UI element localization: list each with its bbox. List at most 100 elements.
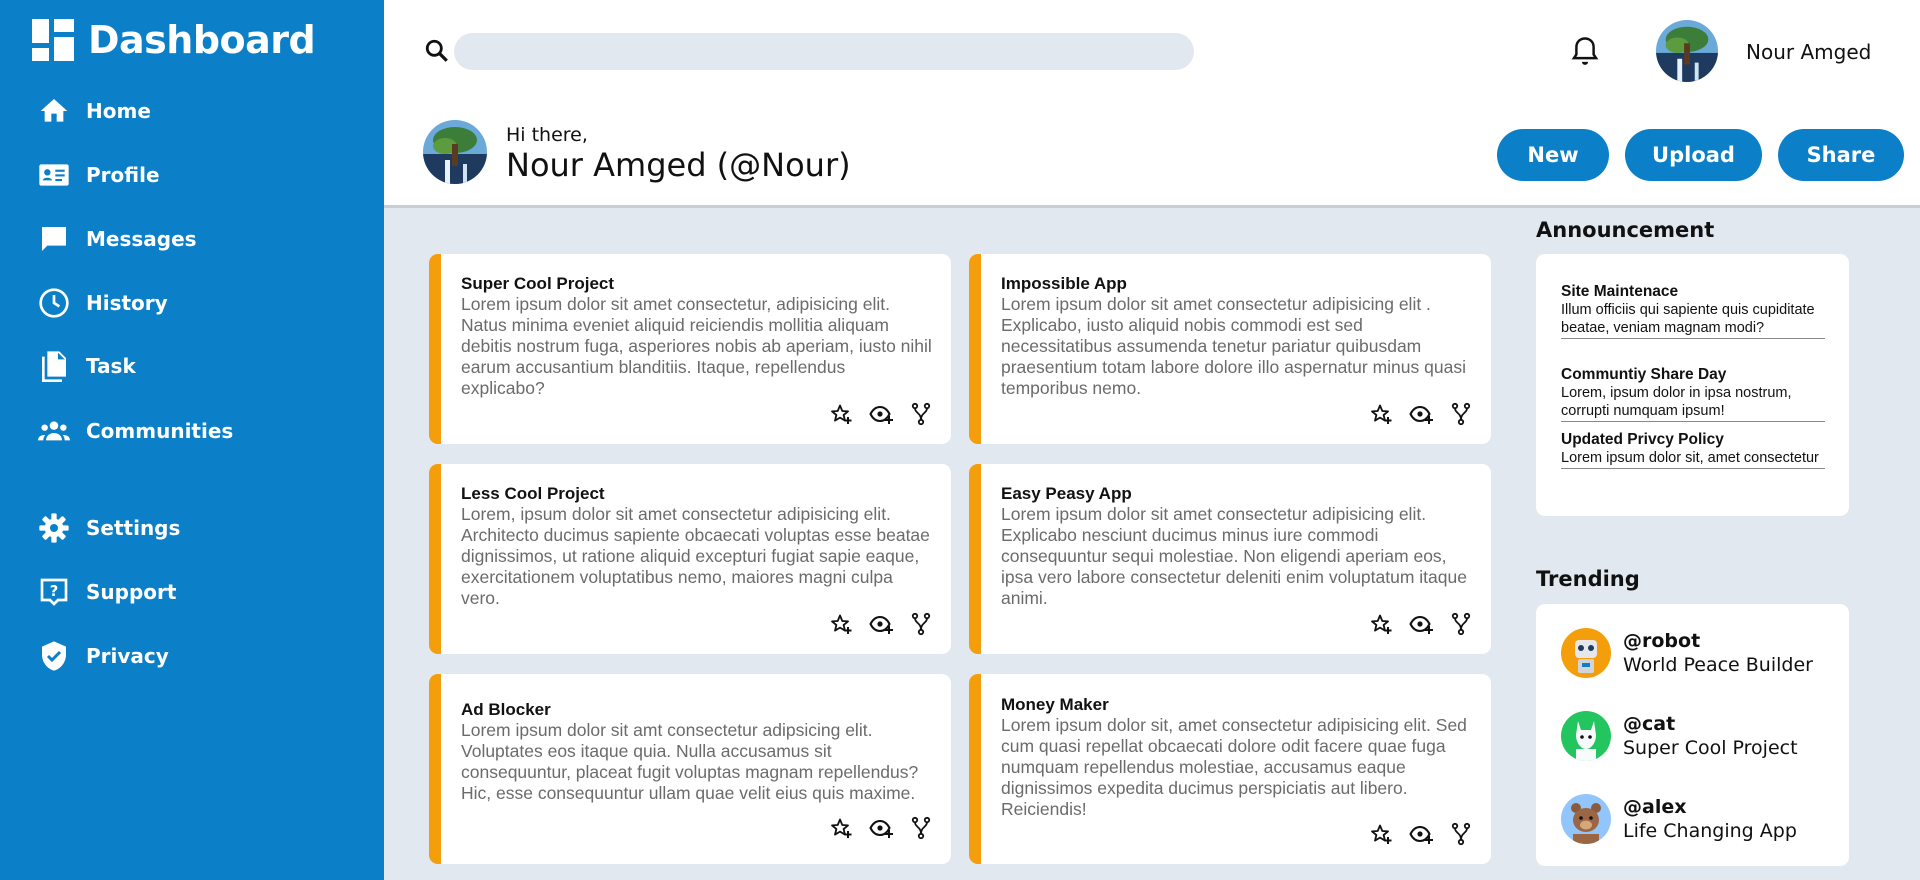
- sidebar-item-label: Profile: [86, 163, 160, 187]
- top-bar: Nour Amged: [384, 0, 1920, 104]
- project-card[interactable]: Easy Peasy App Lorem ipsum dolor sit ame…: [969, 464, 1491, 654]
- sidebar-item-task[interactable]: Task: [38, 346, 136, 386]
- document-icon: [42, 351, 66, 382]
- announcement-item[interactable]: Site Maintenace Illum officiis qui sapie…: [1561, 283, 1825, 339]
- project-card[interactable]: Impossible App Lorem ipsum dolor sit ame…: [969, 254, 1491, 444]
- avatar-image: [423, 120, 487, 184]
- user-name[interactable]: Nour Amged: [1746, 40, 1871, 64]
- watch-icon[interactable]: [1409, 402, 1433, 426]
- search-input[interactable]: [454, 33, 1194, 70]
- trending-item[interactable]: @alex Life Changing App: [1561, 794, 1797, 844]
- sidebar-item-communities[interactable]: Communities: [38, 411, 233, 451]
- sidebar-item-profile[interactable]: Profile: [38, 155, 160, 195]
- sidebar-item-privacy[interactable]: Privacy: [38, 636, 169, 676]
- card-actions: [829, 816, 933, 840]
- announcement-item-title: Site Maintenace: [1561, 283, 1679, 300]
- sidebar-item-label: Settings: [86, 516, 181, 540]
- watch-icon[interactable]: [1409, 612, 1433, 636]
- home-icon: [40, 99, 68, 122]
- announcement-item[interactable]: Updated Privcy Policy Lorem ipsum dolor …: [1561, 431, 1825, 469]
- greeting-bar: Hi there, Nour Amged (@Nour) New Upload …: [384, 104, 1920, 208]
- project-title: Less Cool Project: [461, 484, 605, 503]
- fork-icon[interactable]: [1449, 612, 1473, 636]
- sidebar-item-support[interactable]: ? Support: [38, 572, 176, 612]
- trending-item[interactable]: @robot World Peace Builder: [1561, 628, 1813, 678]
- sidebar-item-messages[interactable]: Messages: [38, 219, 197, 259]
- sidebar-item-home[interactable]: Home: [38, 91, 151, 131]
- avatar[interactable]: [423, 120, 487, 184]
- project-description: Lorem, ipsum dolor sit amet consectetur …: [461, 504, 930, 608]
- sidebar-item-label: Privacy: [86, 644, 169, 668]
- fork-icon[interactable]: [909, 612, 933, 636]
- project-title: Ad Blocker: [461, 700, 551, 719]
- project-title: Impossible App: [1001, 274, 1127, 293]
- star-add-icon[interactable]: [829, 612, 853, 636]
- announcement-item-body: Lorem ipsum dolor sit, amet consectetur: [1561, 450, 1819, 466]
- sidebar-item-label: Home: [86, 99, 151, 123]
- trending-handle: @alex: [1623, 796, 1687, 818]
- trending-panel: @robot World Peace Builder @cat Super Co…: [1536, 604, 1849, 866]
- trending-handle: @cat: [1623, 713, 1676, 735]
- trending-project: World Peace Builder: [1623, 654, 1813, 676]
- search-icon[interactable]: [424, 38, 450, 64]
- star-add-icon[interactable]: [1369, 402, 1393, 426]
- brand[interactable]: Dashboard: [0, 0, 384, 80]
- star-add-icon[interactable]: [829, 816, 853, 840]
- star-add-icon[interactable]: [829, 402, 853, 426]
- fork-icon[interactable]: [1449, 402, 1473, 426]
- project-description: Lorem ipsum dolor sit, amet consectetur …: [1001, 715, 1467, 819]
- watch-icon[interactable]: [869, 816, 893, 840]
- dashboard-icon: [32, 19, 74, 61]
- watch-icon[interactable]: [869, 612, 893, 636]
- project-title: Easy Peasy App: [1001, 484, 1132, 503]
- user-full-name: Nour Amged (@Nour): [506, 146, 851, 184]
- clock-icon: [39, 288, 69, 318]
- avatar-image: [1656, 20, 1718, 82]
- card-actions: [1369, 402, 1473, 426]
- trending-project: Super Cool Project: [1623, 737, 1798, 759]
- card-actions: [1369, 612, 1473, 636]
- announcement-item[interactable]: Communtiy Share Day Lorem, ipsum dolor i…: [1561, 366, 1825, 422]
- fork-icon[interactable]: [909, 816, 933, 840]
- sidebar: Dashboard Home Profile Messages History …: [0, 0, 384, 880]
- avatar[interactable]: [1656, 20, 1718, 82]
- trending-project: Life Changing App: [1623, 820, 1797, 842]
- app-title: Dashboard: [88, 18, 316, 62]
- sidebar-item-history[interactable]: History: [38, 283, 168, 323]
- star-add-icon[interactable]: [1369, 822, 1393, 846]
- watch-icon[interactable]: [869, 402, 893, 426]
- announcement-panel: Site Maintenace Illum officiis qui sapie…: [1536, 254, 1849, 516]
- sidebar-item-settings[interactable]: Settings: [38, 508, 180, 548]
- project-title: Super Cool Project: [461, 274, 615, 293]
- announcement-item-body: Illum officiis qui sapiente quis cupidit…: [1561, 302, 1815, 336]
- card-actions: [829, 402, 933, 426]
- project-card[interactable]: Less Cool Project Lorem, ipsum dolor sit…: [429, 464, 951, 654]
- svg-text:?: ?: [50, 583, 59, 600]
- robot-avatar: [1561, 628, 1611, 678]
- project-card[interactable]: Super Cool Project Lorem ipsum dolor sit…: [429, 254, 951, 444]
- announcement-item-title: Updated Privcy Policy: [1561, 431, 1724, 448]
- announcement-item-body: Lorem, ipsum dolor in ipsa nostrum, corr…: [1561, 385, 1792, 419]
- project-card[interactable]: Ad Blocker Lorem ipsum dolor sit amt con…: [429, 674, 951, 864]
- announcement-item-title: Communtiy Share Day: [1561, 366, 1727, 383]
- sidebar-item-label: Messages: [86, 227, 197, 251]
- sidebar-item-label: History: [86, 291, 168, 315]
- announcement-title: Announcement: [1536, 218, 1715, 242]
- watch-icon[interactable]: [1409, 822, 1433, 846]
- star-add-icon[interactable]: [1369, 612, 1393, 636]
- project-description: Lorem ipsum dolor sit amet consectetur a…: [1001, 504, 1467, 608]
- project-card[interactable]: Money Maker Lorem ipsum dolor sit, amet …: [969, 674, 1491, 864]
- bear-avatar: [1561, 794, 1611, 844]
- sidebar-item-label: Support: [86, 580, 177, 604]
- trending-item[interactable]: @cat Super Cool Project: [1561, 711, 1798, 761]
- card-actions: [829, 612, 933, 636]
- new-button[interactable]: New: [1497, 129, 1609, 181]
- fork-icon[interactable]: [1449, 822, 1473, 846]
- fork-icon[interactable]: [909, 402, 933, 426]
- upload-button[interactable]: Upload: [1625, 129, 1762, 181]
- trending-title: Trending: [1536, 567, 1640, 591]
- bell-icon[interactable]: [1570, 36, 1600, 68]
- share-button[interactable]: Share: [1778, 129, 1904, 181]
- chat-icon: [42, 227, 66, 251]
- card-actions: [1369, 822, 1473, 846]
